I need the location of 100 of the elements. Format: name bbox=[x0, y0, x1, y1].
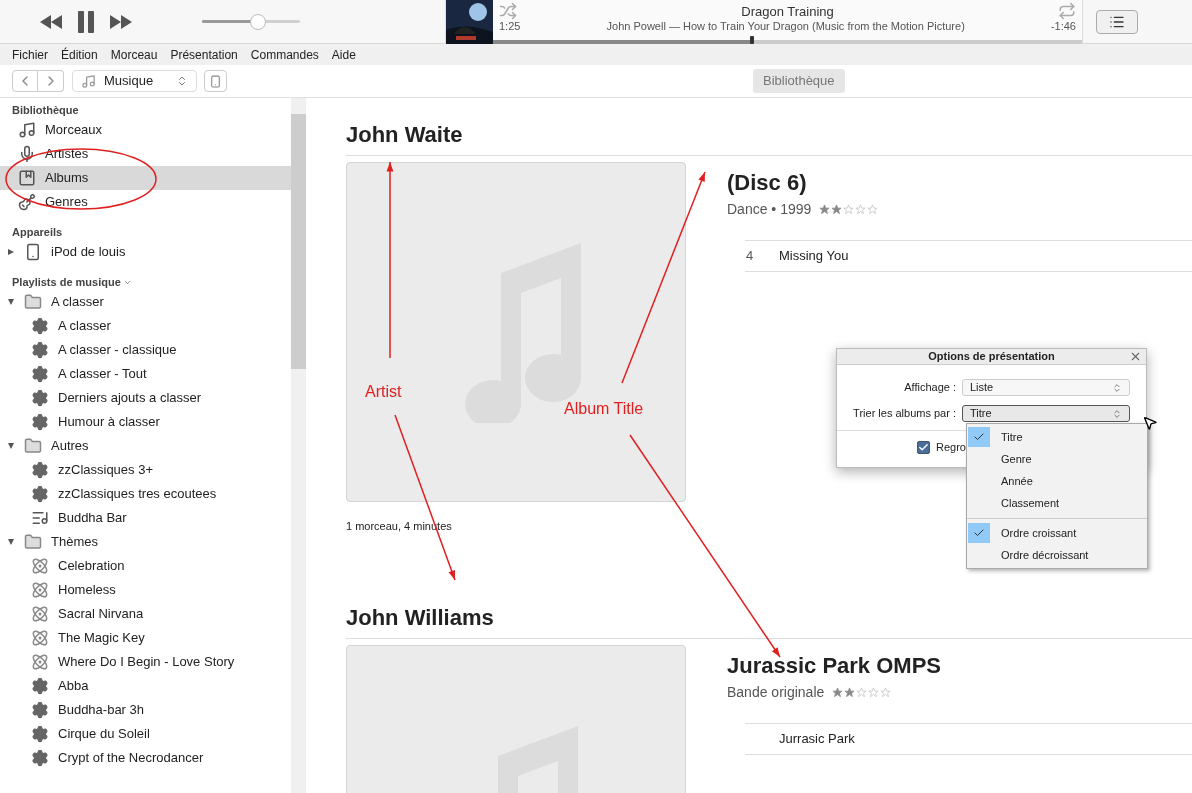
star-icon[interactable] bbox=[832, 686, 844, 698]
playlist-item[interactable]: zzClassiques tres ecoutees bbox=[0, 482, 291, 506]
menu-item[interactable]: Présentation bbox=[170, 45, 238, 64]
gear-icon bbox=[31, 365, 49, 383]
folder-icon bbox=[24, 293, 42, 311]
gear-icon bbox=[31, 485, 49, 503]
star-icon[interactable] bbox=[831, 204, 843, 215]
playlist-folder[interactable]: A classer bbox=[0, 290, 291, 314]
playlist-item[interactable]: A classer bbox=[0, 314, 291, 338]
atom-icon bbox=[31, 605, 49, 623]
elapsed-time: 1:25 bbox=[499, 19, 521, 34]
list-view-button[interactable] bbox=[1096, 9, 1138, 34]
media-select[interactable]: Musique bbox=[72, 70, 197, 92]
star-icon[interactable] bbox=[844, 686, 856, 698]
atom-icon bbox=[31, 629, 49, 647]
gear-icon bbox=[31, 749, 49, 767]
disclosure-triangle-icon[interactable] bbox=[7, 299, 15, 305]
gear-icon bbox=[31, 701, 49, 719]
repeat-icon[interactable] bbox=[1058, 1, 1076, 20]
artist-heading: John Waite bbox=[346, 121, 464, 146]
star-icon[interactable] bbox=[819, 204, 831, 215]
sidebar-item[interactable]: Artistes bbox=[0, 142, 291, 166]
track-subtitle: John Powell — How to Train Your Dragon (Music from the Motion Picture) bbox=[606, 19, 965, 34]
playlist-item[interactable]: Homeless bbox=[0, 578, 291, 602]
pause-icon[interactable] bbox=[78, 10, 94, 33]
playlist-item[interactable]: Where Do I Begin - Love Story bbox=[0, 650, 291, 674]
playlist-item[interactable]: Humour à classer bbox=[0, 410, 291, 434]
playlist-item[interactable]: A classer - Tout bbox=[0, 362, 291, 386]
gear-icon bbox=[31, 461, 49, 479]
track-row[interactable]: Jurrasic Park bbox=[745, 723, 1192, 754]
progress-bar[interactable] bbox=[493, 39, 1082, 44]
playlist-folder[interactable]: Thèmes bbox=[0, 530, 291, 554]
fast-forward-icon[interactable] bbox=[110, 14, 132, 29]
playlist-item[interactable]: Buddha-bar 3h bbox=[0, 698, 291, 722]
atom-icon bbox=[31, 653, 49, 671]
playlist-folder[interactable]: Autres bbox=[0, 434, 291, 458]
track-name: Jurrasic Park bbox=[779, 729, 855, 748]
playlist-item[interactable]: zzClassiques 3+ bbox=[0, 458, 291, 482]
checkbox-label: Regro bbox=[936, 440, 966, 455]
scrollbar[interactable] bbox=[291, 98, 306, 793]
track-row[interactable]: 4 Missing You bbox=[745, 241, 1192, 271]
menu-item[interactable]: Morceau bbox=[110, 45, 158, 64]
device-button[interactable] bbox=[204, 70, 227, 92]
star-icon[interactable] bbox=[856, 686, 868, 698]
star-icon[interactable] bbox=[867, 204, 879, 215]
shuffle-icon[interactable] bbox=[499, 1, 517, 20]
track-name: Missing You bbox=[779, 247, 849, 266]
menu-option[interactable]: Ordre croissant bbox=[967, 522, 1147, 544]
microphone-icon bbox=[18, 145, 36, 163]
menu-option[interactable]: Ordre décroissant bbox=[967, 544, 1147, 566]
artist-heading: John Williams bbox=[346, 603, 495, 629]
gear-icon bbox=[31, 725, 49, 743]
menu-item[interactable]: Aide bbox=[331, 45, 356, 64]
folder-icon bbox=[24, 533, 42, 551]
playlist-item[interactable]: Sacral Nirvana bbox=[0, 602, 291, 626]
dropdown-field[interactable]: Liste bbox=[962, 379, 1130, 396]
star-icon[interactable] bbox=[880, 686, 892, 698]
playlist-item[interactable]: Derniers ajouts a classer bbox=[0, 386, 291, 410]
disclosure-triangle-icon[interactable] bbox=[7, 443, 15, 449]
atom-icon bbox=[31, 581, 49, 599]
track-number: 4 bbox=[746, 248, 754, 264]
playlist-item[interactable]: Buddha Bar bbox=[0, 506, 291, 530]
playlist-item[interactable]: Crypt of the Necrodancer bbox=[0, 746, 291, 770]
menu-option[interactable]: Titre bbox=[967, 426, 1147, 448]
sidebar-item[interactable]: Albums bbox=[0, 166, 291, 190]
playlist-item[interactable]: Celebration bbox=[0, 554, 291, 578]
menu-item[interactable]: Édition bbox=[61, 45, 98, 64]
album-icon bbox=[18, 169, 36, 187]
rewind-icon[interactable] bbox=[40, 14, 62, 29]
playlist-item[interactable]: Abba bbox=[0, 674, 291, 698]
menu-option[interactable]: Genre bbox=[967, 448, 1147, 470]
remaining-time: -1:46 bbox=[1050, 19, 1076, 34]
gear-icon bbox=[31, 413, 49, 431]
select-arrows-icon bbox=[176, 75, 188, 87]
close-icon[interactable] bbox=[1129, 350, 1142, 363]
menu-option[interactable]: Classement bbox=[967, 492, 1147, 514]
field-label: Trier les albums par : bbox=[852, 406, 957, 422]
album-title: (Disc 6) bbox=[727, 169, 808, 197]
menu-item[interactable]: Fichier bbox=[12, 45, 48, 64]
library-tab[interactable]: Bibliothèque bbox=[753, 69, 845, 93]
menu-item[interactable]: Commandes bbox=[250, 45, 319, 64]
disclosure-triangle-icon[interactable] bbox=[7, 249, 15, 255]
album-meta: Bande originale bbox=[727, 682, 825, 702]
dropdown-field[interactable]: Titre bbox=[962, 405, 1130, 422]
star-icon[interactable] bbox=[868, 686, 880, 698]
disclosure-triangle-icon[interactable] bbox=[7, 539, 15, 545]
menu-option[interactable]: Année bbox=[967, 470, 1147, 492]
playlist-item[interactable]: Cirque du Soleil bbox=[0, 722, 291, 746]
select-arrows-icon bbox=[1112, 408, 1122, 419]
volume-slider[interactable] bbox=[202, 13, 300, 30]
sidebar-item[interactable]: Morceaux bbox=[0, 118, 291, 142]
section-header: Bibliothèque bbox=[11, 103, 80, 118]
sidebar-item[interactable]: iPod de louis bbox=[0, 240, 291, 264]
playlist-item[interactable]: A classer - classique bbox=[0, 338, 291, 362]
annotation-label: Album Title bbox=[564, 399, 644, 419]
star-icon[interactable] bbox=[855, 204, 867, 215]
checkbox[interactable] bbox=[917, 440, 930, 454]
playlist-item[interactable]: The Magic Key bbox=[0, 626, 291, 650]
star-icon[interactable] bbox=[843, 204, 855, 215]
sidebar-item[interactable]: Genres bbox=[0, 190, 291, 214]
